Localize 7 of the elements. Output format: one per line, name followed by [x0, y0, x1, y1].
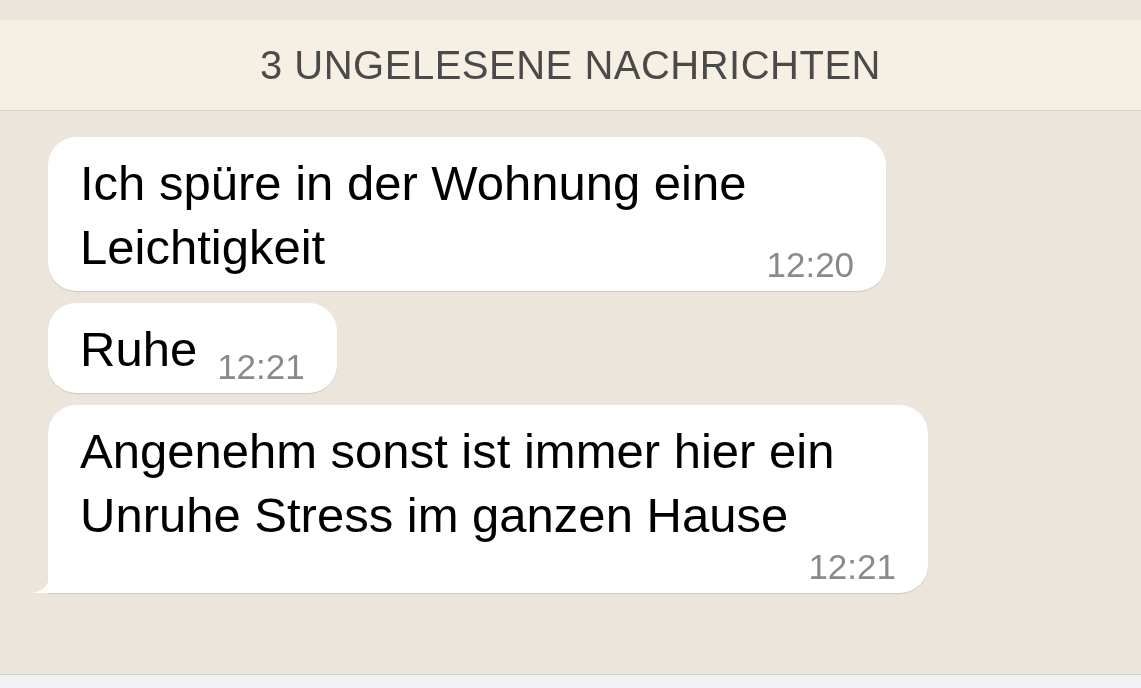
message-text: Ruhe [80, 321, 198, 378]
message-time: 12:21 [217, 347, 305, 387]
message-time: 12:21 [808, 547, 896, 587]
message-time: 12:20 [766, 245, 855, 285]
unread-label: 3 UNGELESENE NACHRICHTEN [260, 42, 881, 89]
message-text: Angenehm sonst ist immer hier ein Unruhe Stress im ganzen Hause [80, 423, 835, 544]
message-text: Ich spüre in der Wohnung eine Leichtigkeit [80, 155, 747, 276]
